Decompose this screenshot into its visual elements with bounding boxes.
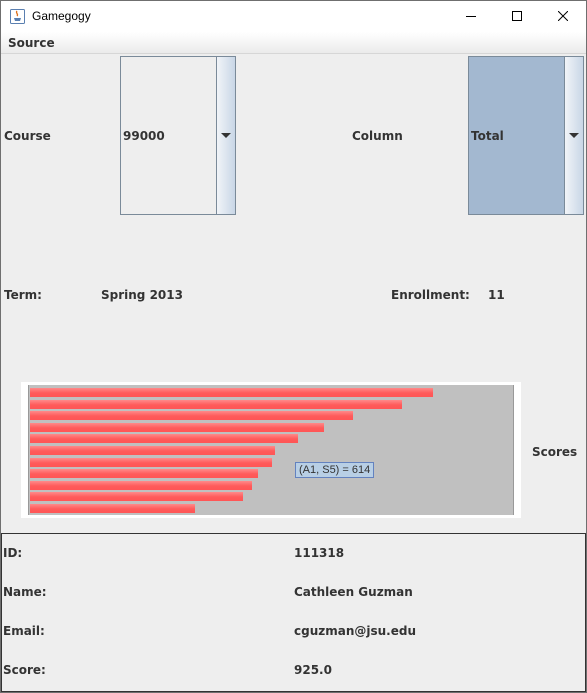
title-bar: Gamegogy — [1, 1, 586, 32]
chevron-down-icon — [221, 133, 231, 138]
column-label: Column — [352, 129, 403, 143]
scores-chart: (A1, S5) = 614 — [21, 382, 521, 518]
chart-bar[interactable] — [30, 457, 272, 467]
close-icon — [558, 11, 568, 21]
id-value: 111318 — [294, 546, 345, 560]
minimize-icon — [466, 16, 476, 17]
chart-bar[interactable] — [30, 480, 252, 490]
minimize-button[interactable] — [448, 1, 494, 31]
enrollment-label: Enrollment: — [391, 288, 470, 302]
enrollment-value: 11 — [488, 288, 505, 302]
java-app-icon — [10, 9, 25, 24]
term-label: Term: — [4, 288, 42, 302]
name-value: Cathleen Guzman — [294, 585, 413, 599]
chart-bar[interactable] — [30, 504, 195, 513]
detail-row-score: Score: 925.0 — [2, 661, 585, 681]
detail-row-name: Name: Cathleen Guzman — [2, 583, 585, 603]
name-label: Name: — [3, 585, 47, 599]
close-button[interactable] — [540, 1, 586, 31]
student-details-panel: ID: 111318 Name: Cathleen Guzman Email: … — [1, 533, 586, 692]
app-window: Gamegogy Source Course 99000 Column Tota… — [0, 0, 587, 693]
chart-bar[interactable] — [30, 388, 433, 397]
course-value: 99000 — [123, 128, 165, 143]
maximize-icon — [512, 11, 522, 21]
course-label: Course — [4, 129, 51, 143]
window-title: Gamegogy — [32, 9, 91, 23]
column-combobox[interactable]: Total — [468, 56, 584, 215]
email-value: cguzman@jsu.edu — [294, 624, 417, 638]
maximize-button[interactable] — [494, 1, 540, 31]
chevron-down-icon — [569, 133, 579, 138]
chart-bar[interactable] — [30, 469, 258, 479]
chart-bar[interactable] — [30, 411, 353, 421]
chart-bar[interactable] — [30, 434, 298, 444]
chart-tooltip: (A1, S5) = 614 — [295, 462, 375, 478]
email-label: Email: — [3, 624, 45, 638]
column-dropdown-button[interactable] — [564, 57, 583, 214]
score-value: 925.0 — [294, 663, 332, 677]
course-dropdown-button[interactable] — [216, 57, 235, 214]
chart-bar[interactable] — [30, 492, 243, 502]
column-value: Total — [471, 128, 504, 143]
menu-source[interactable]: Source — [8, 36, 55, 50]
detail-row-id: ID: 111318 — [2, 544, 585, 564]
chart-label: Scores — [532, 445, 578, 459]
chart-bar[interactable] — [30, 446, 275, 455]
chart-plot-area[interactable]: (A1, S5) = 614 — [28, 385, 514, 515]
chart-bar[interactable] — [30, 399, 402, 409]
score-label: Score: — [3, 663, 46, 677]
detail-row-email: Email: cguzman@jsu.edu — [2, 622, 585, 642]
id-label: ID: — [3, 546, 23, 560]
term-value: Spring 2013 — [101, 288, 183, 302]
course-combobox[interactable]: 99000 — [120, 56, 236, 215]
chart-bar[interactable] — [30, 422, 324, 432]
menu-bar: Source — [1, 32, 586, 54]
